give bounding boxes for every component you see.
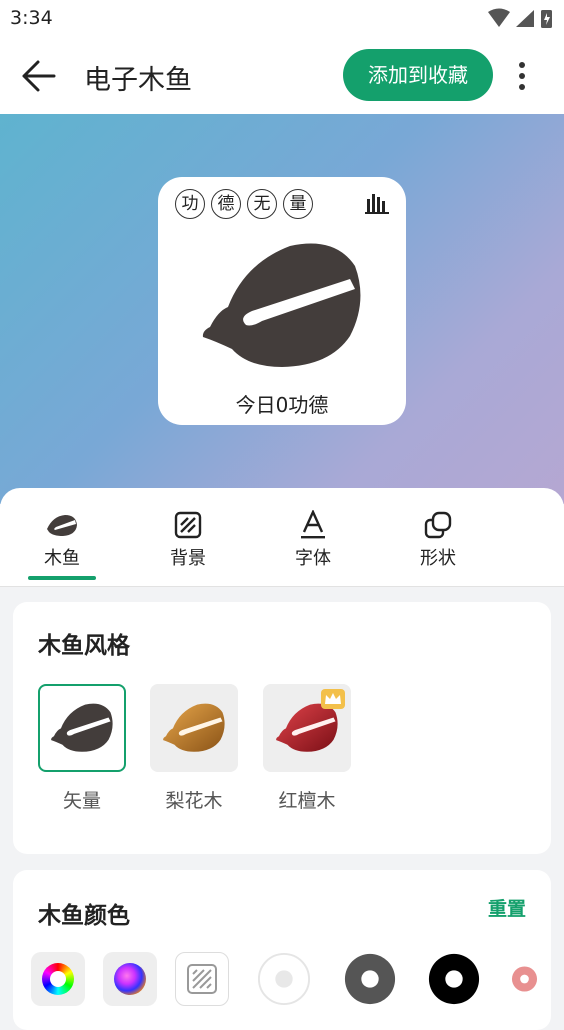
background-pattern-icon [148,510,228,540]
status-bar: 3:34 [0,0,564,38]
merit-chip: 德 [211,189,241,219]
color-swatch-white[interactable] [257,952,311,1006]
tab-label: 背景 [170,548,206,569]
bar-chart-icon[interactable] [364,191,390,219]
reset-button[interactable]: 重置 [488,894,526,921]
style-option-vector[interactable]: 矢量 [38,684,126,813]
pearwood-fish-icon [163,703,225,752]
page-title: 电子木鱼 [84,65,192,96]
merit-chips: 功德无量 [175,189,319,219]
color-swatch-pink[interactable] [511,952,538,1006]
preview-background: 功德无量 今日0功德 [0,114,564,504]
merit-chip: 量 [283,189,313,219]
active-tab-indicator [28,576,96,580]
app-bar: 电子木鱼 添加到收藏 [0,38,564,114]
add-to-favorites-button[interactable]: 添加到收藏 [343,49,493,101]
tab-label: 形状 [420,548,456,569]
color-wheel-icon[interactable] [31,952,85,1006]
texture-icon[interactable] [175,952,229,1006]
wooden-fish-icon[interactable] [200,241,364,375]
style-label: 梨花木 [165,790,223,812]
fish-icon [51,703,113,752]
back-arrow-icon[interactable] [20,58,60,94]
color-swatch-black[interactable] [427,952,481,1006]
merit-chip: 无 [247,189,277,219]
more-options-icon[interactable] [510,60,534,94]
battery-icon [541,10,552,28]
section-title: 木鱼颜色 [38,903,130,929]
tab-background[interactable]: 背景 [148,510,228,570]
style-option-red-sandalwood[interactable]: 红檀木 [263,684,351,813]
tab-label: 木鱼 [44,548,80,569]
fish-color-panel: 木鱼颜色 重置 [13,870,551,1030]
style-label: 红檀木 [278,790,336,812]
crown-icon [321,689,345,713]
section-title: 木鱼风格 [38,633,130,659]
style-option-pearwood[interactable]: 梨花木 [150,684,238,813]
merit-chip: 功 [175,189,205,219]
palette-icon[interactable] [103,952,157,1006]
tab-label: 字体 [295,548,331,569]
style-label: 矢量 [62,790,101,812]
settings-tabs: 木鱼 背景 字体 形状 [0,488,564,587]
tab-wooden-fish[interactable]: 木鱼 [22,510,102,570]
style-thumbnail [38,684,126,772]
status-time: 3:34 [10,7,53,29]
color-swatch-gray[interactable] [343,952,397,1006]
style-thumbnail [150,684,238,772]
shape-icon [398,510,478,540]
signal-icon [516,10,534,27]
wifi-icon [488,8,510,27]
tab-shape[interactable]: 形状 [398,510,478,570]
font-icon [273,510,353,540]
fish-icon [22,510,102,540]
fish-style-panel: 木鱼风格 矢量 梨花木 红檀木 [13,602,551,854]
tab-font[interactable]: 字体 [273,510,353,570]
style-thumbnail [263,684,351,772]
today-merit-text: 今日0功德 [235,393,329,417]
status-icons [486,8,556,34]
wooden-fish-card[interactable]: 功德无量 今日0功德 [158,177,406,425]
